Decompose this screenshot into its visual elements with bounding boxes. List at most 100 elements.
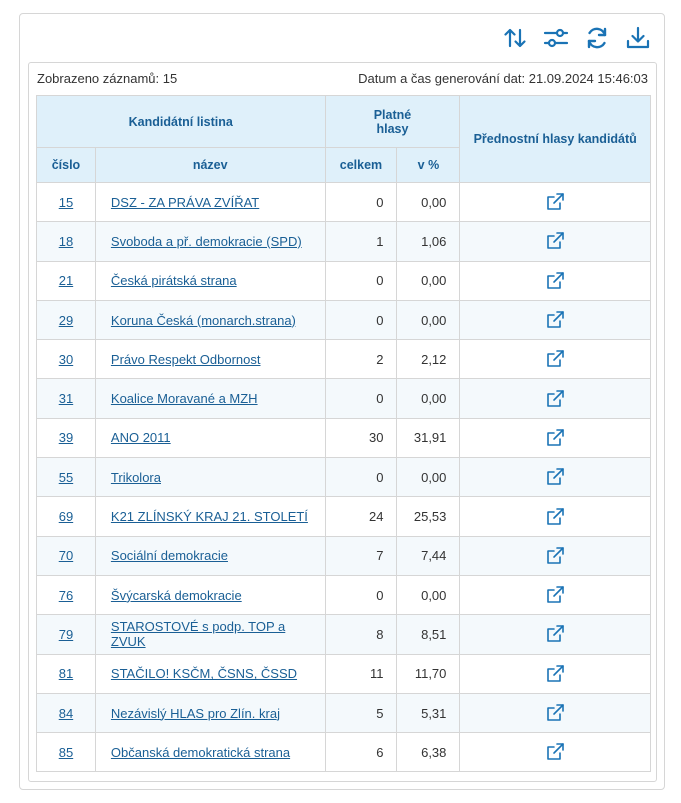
- results-panel: Zobrazeno záznamů: 15 Datum a čas genero…: [19, 13, 665, 790]
- filter-sliders-icon: [543, 28, 569, 48]
- party-name-link[interactable]: Svoboda a př. demokracie (SPD): [111, 234, 302, 249]
- party-number-link[interactable]: 30: [59, 352, 73, 367]
- party-name-link[interactable]: Nezávislý HLAS pro Zlín. kraj: [111, 706, 280, 721]
- votes-total: 5: [324, 692, 398, 734]
- votes-total: 30: [324, 417, 398, 459]
- party-name-link[interactable]: Švýcarská demokracie: [111, 588, 242, 603]
- votes-percent: 5,31: [396, 692, 461, 734]
- external-link-icon[interactable]: [545, 703, 565, 723]
- header-preference-votes: Přednostní hlasy kandidátů: [459, 95, 651, 183]
- votes-percent: 2,12: [396, 339, 461, 380]
- votes-percent: 0,00: [396, 574, 461, 616]
- meta-bar: Zobrazeno záznamů: 15 Datum a čas genero…: [37, 71, 648, 86]
- votes-total: 1: [324, 221, 398, 262]
- external-link-icon[interactable]: [545, 192, 565, 212]
- external-link-icon[interactable]: [545, 231, 565, 251]
- external-link-icon[interactable]: [545, 428, 565, 448]
- party-number-link[interactable]: 29: [59, 313, 73, 328]
- votes-percent: 0,00: [396, 457, 461, 498]
- table-row: 76 Švýcarská demokracie 0 0,00: [36, 574, 651, 616]
- header-valid-votes: Platné hlasy: [324, 95, 461, 148]
- party-name-link[interactable]: Právo Respekt Odbornost: [111, 352, 261, 367]
- party-number-link[interactable]: 79: [59, 627, 73, 642]
- table-row: 81 STAČILO! KSČM, ČSNS, ČSSD 11 11,70: [36, 653, 651, 694]
- party-name-link[interactable]: DSZ - ZA PRÁVA ZVÍŘAT: [111, 195, 259, 210]
- votes-percent: 8,51: [396, 614, 461, 655]
- table-row: 79 STAROSTOVÉ s podp. TOP a ZVUK 8 8,51: [36, 614, 651, 655]
- external-link-icon[interactable]: [545, 389, 565, 409]
- party-number-link[interactable]: 76: [59, 588, 73, 603]
- party-name-link[interactable]: Česká pirátská strana: [111, 273, 237, 288]
- header-total: celkem: [324, 147, 398, 183]
- external-link-icon[interactable]: [545, 624, 565, 644]
- party-number-link[interactable]: 81: [59, 666, 73, 681]
- header-name: název: [94, 147, 326, 183]
- table-row: 70 Sociální demokracie 7 7,44: [36, 535, 651, 576]
- votes-percent: 0,00: [396, 299, 461, 341]
- refresh-icon: [587, 27, 607, 49]
- download-button[interactable]: [624, 24, 652, 52]
- external-link-icon[interactable]: [545, 507, 565, 527]
- votes-percent: 25,53: [396, 496, 461, 537]
- party-name-link[interactable]: Sociální demokracie: [111, 548, 228, 563]
- toolbar: [501, 24, 652, 52]
- party-name-link[interactable]: Občanská demokratická strana: [111, 745, 290, 760]
- party-number-link[interactable]: 15: [59, 195, 73, 210]
- party-number-link[interactable]: 85: [59, 745, 73, 760]
- external-link-icon[interactable]: [545, 546, 565, 566]
- table-row: 39 ANO 2011 30 31,91: [36, 417, 651, 459]
- external-link-icon[interactable]: [545, 271, 565, 291]
- party-number-link[interactable]: 70: [59, 548, 73, 563]
- table-row: 85 Občanská demokratická strana 6 6,38: [36, 732, 651, 773]
- party-number-link[interactable]: 21: [59, 273, 73, 288]
- records-count: Zobrazeno záznamů: 15: [37, 71, 178, 86]
- table-row: 55 Trikolora 0 0,00: [36, 457, 651, 498]
- refresh-button[interactable]: [583, 24, 611, 52]
- table-row: 18 Svoboda a př. demokracie (SPD) 1 1,06: [36, 221, 651, 262]
- votes-total: 0: [324, 181, 398, 223]
- sort-icon: [504, 28, 526, 48]
- votes-percent: 0,00: [396, 181, 461, 223]
- sort-button[interactable]: [501, 24, 529, 52]
- table-row: 15 DSZ - ZA PRÁVA ZVÍŘAT 0 0,00: [36, 181, 651, 223]
- external-link-icon[interactable]: [545, 349, 565, 369]
- party-number-link[interactable]: 84: [59, 706, 73, 721]
- party-name-link[interactable]: Koruna Česká (monarch.strana): [111, 313, 296, 328]
- table-row: 31 Koalice Moravané a MZH 0 0,00: [36, 378, 651, 419]
- external-link-icon[interactable]: [545, 742, 565, 762]
- votes-total: 6: [324, 732, 398, 773]
- votes-total: 0: [324, 457, 398, 498]
- party-number-link[interactable]: 18: [59, 234, 73, 249]
- votes-percent: 31,91: [396, 417, 461, 459]
- download-icon: [626, 26, 650, 49]
- party-name-link[interactable]: STAROSTOVÉ s podp. TOP a ZVUK: [111, 619, 285, 649]
- party-name-link[interactable]: K21 ZLÍNSKÝ KRAJ 21. STOLETÍ: [111, 509, 308, 524]
- header-number: číslo: [36, 147, 96, 183]
- votes-percent: 11,70: [396, 653, 461, 694]
- table-row: 29 Koruna Česká (monarch.strana) 0 0,00: [36, 299, 651, 341]
- party-name-link[interactable]: ANO 2011: [111, 430, 171, 445]
- party-name-link[interactable]: Koalice Moravané a MZH: [111, 391, 258, 406]
- generated-timestamp: Datum a čas generování dat: 21.09.2024 1…: [358, 71, 648, 86]
- votes-percent: 0,00: [396, 260, 461, 301]
- external-link-icon[interactable]: [545, 310, 565, 330]
- votes-total: 0: [324, 299, 398, 341]
- votes-total: 7: [324, 535, 398, 576]
- party-name-link[interactable]: Trikolora: [111, 470, 161, 485]
- votes-total: 2: [324, 339, 398, 380]
- party-number-link[interactable]: 31: [59, 391, 73, 406]
- votes-percent: 1,06: [396, 221, 461, 262]
- external-link-icon[interactable]: [545, 585, 565, 605]
- filter-button[interactable]: [542, 24, 570, 52]
- votes-total: 24: [324, 496, 398, 537]
- votes-total: 8: [324, 614, 398, 655]
- external-link-icon[interactable]: [545, 467, 565, 487]
- votes-total: 0: [324, 574, 398, 616]
- table-row: 69 K21 ZLÍNSKÝ KRAJ 21. STOLETÍ 24 25,53: [36, 496, 651, 537]
- external-link-icon[interactable]: [545, 664, 565, 684]
- party-number-link[interactable]: 39: [59, 430, 73, 445]
- party-number-link[interactable]: 69: [59, 509, 73, 524]
- party-name-link[interactable]: STAČILO! KSČM, ČSNS, ČSSD: [111, 666, 297, 681]
- party-number-link[interactable]: 55: [59, 470, 73, 485]
- header-percent: v %: [396, 147, 461, 183]
